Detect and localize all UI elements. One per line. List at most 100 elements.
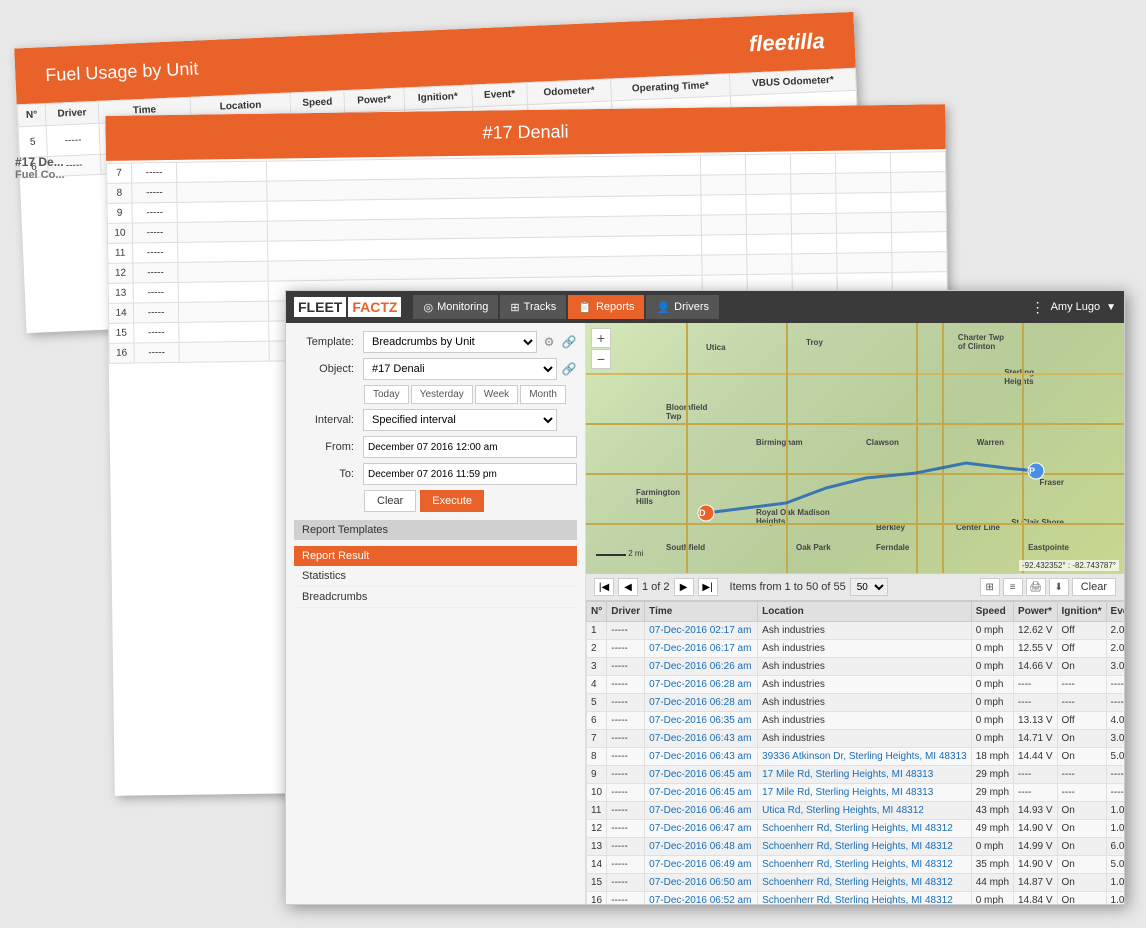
table-row: 8 ----- 07-Dec-2016 06:43 am 39336 Atkin… — [587, 748, 1125, 766]
prev-page-btn[interactable]: ◀ — [618, 578, 638, 596]
template-select[interactable]: Breadcrumbs by Unit — [363, 331, 537, 353]
execute-button[interactable]: Execute — [420, 490, 484, 512]
items-info: Items from 1 to 50 of 55 — [730, 581, 846, 593]
th-driver: Driver — [607, 602, 645, 622]
nav-tracks[interactable]: ⊞ Tracks — [500, 295, 566, 319]
breadcrumbs-item[interactable]: Breadcrumbs — [294, 587, 577, 608]
th-location: Location — [758, 602, 972, 622]
topbar-user-arrow[interactable]: ▼ — [1106, 302, 1116, 313]
nav-reports[interactable]: 📋 Reports — [568, 295, 644, 319]
logo-factz: FACTZ — [348, 297, 401, 317]
drivers-label: Drivers — [674, 301, 709, 313]
topbar-menu-dots[interactable]: ⋮ — [1031, 299, 1045, 316]
table-row: 14 ----- 07-Dec-2016 06:49 am Schoenherr… — [587, 856, 1125, 874]
monitoring-label: Monitoring — [437, 301, 488, 313]
interval-select[interactable]: Specified interval — [363, 409, 557, 431]
th-event: Event* — [1106, 602, 1124, 622]
svg-text:P: P — [1029, 466, 1035, 476]
object-row: Object: #17 Denali 🔗 — [294, 358, 577, 380]
table-row: 15 ----- 07-Dec-2016 06:50 am Schoenherr… — [587, 874, 1125, 892]
report-templates-section[interactable]: Report Templates — [294, 520, 577, 540]
th-time: Time — [645, 602, 758, 622]
table-row: 7 ----- 07-Dec-2016 06:43 am Ash industr… — [587, 730, 1125, 748]
th-ignition: Ignition* — [1057, 602, 1106, 622]
col-driver: Driver — [45, 101, 99, 125]
data-table-wrap: N° Driver Time Location Speed Power* Ign… — [586, 601, 1124, 904]
nav-drivers[interactable]: 👤 Drivers — [646, 295, 719, 319]
topbar-right: ⋮ Amy Lugo ▼ — [1031, 299, 1116, 316]
th-n: N° — [587, 602, 607, 622]
col-ignition: Ignition* — [403, 85, 472, 110]
interval-label: Interval: — [294, 414, 359, 426]
week-btn[interactable]: Week — [475, 385, 518, 404]
tracks-icon: ⊞ — [510, 301, 519, 314]
table-row: 9 ----- 07-Dec-2016 06:45 am 17 Mile Rd,… — [587, 766, 1125, 784]
template-settings-icon[interactable]: ⚙ — [541, 335, 557, 349]
today-btn[interactable]: Today — [364, 385, 409, 404]
th-speed: Speed — [971, 602, 1013, 622]
app-content: Template: Breadcrumbs by Unit ⚙ 🔗 Object… — [286, 323, 1124, 904]
table-row: 2 ----- 07-Dec-2016 06:17 am Ash industr… — [587, 640, 1125, 658]
pagination-clear-btn[interactable]: Clear — [1072, 578, 1116, 596]
status-bar: ⊞ ⊟ © Fleetilla, LLC. Terms & Conditions… — [286, 904, 1124, 905]
table-row: 1 ----- 07-Dec-2016 02:17 am Ash industr… — [587, 622, 1125, 640]
view-icon-btn1[interactable]: ⊞ — [980, 578, 1000, 596]
yesterday-btn[interactable]: Yesterday — [411, 385, 473, 404]
monitoring-icon: ◎ — [423, 301, 433, 314]
report-result-section[interactable]: Report Result — [294, 546, 577, 566]
action-buttons: Clear Execute — [364, 490, 577, 512]
from-input[interactable] — [363, 436, 577, 458]
first-page-btn[interactable]: |◀ — [594, 578, 614, 596]
col-n: N° — [17, 104, 46, 127]
table-header-row: N° Driver Time Location Speed Power* Ign… — [587, 602, 1125, 622]
map-coords: -92.432352° : -82.743787° — [1019, 560, 1119, 571]
last-page-btn[interactable]: ▶| — [698, 578, 718, 596]
map-area: Utica Troy Charter Twpof Clinton Sterlin… — [586, 323, 1124, 573]
pagination-icons: ⊞ ≡ 🖨 ⬇ Clear — [980, 578, 1116, 596]
object-link-icon[interactable]: 🔗 — [561, 362, 577, 376]
statistics-item[interactable]: Statistics — [294, 566, 577, 587]
col-speed: Speed — [290, 91, 345, 115]
from-row: From: — [294, 436, 577, 458]
table-row: 16 ----- 07-Dec-2016 06:52 am Schoenherr… — [587, 892, 1125, 905]
table-row: 12 ----- 07-Dec-2016 06:47 am Schoenherr… — [587, 820, 1125, 838]
month-btn[interactable]: Month — [520, 385, 566, 404]
route-svg: D P — [586, 323, 1124, 573]
to-input[interactable] — [363, 463, 577, 485]
th-power: Power* — [1014, 602, 1057, 622]
template-label: Template: — [294, 336, 359, 348]
app-logo: FLEETFACTZ — [294, 297, 401, 317]
zoom-out-btn[interactable]: − — [591, 349, 611, 369]
table-row: 6 ----- 07-Dec-2016 06:35 am Ash industr… — [587, 712, 1125, 730]
pagination-bar: |◀ ◀ 1 of 2 ▶ ▶| Items from 1 to 50 of 5… — [586, 573, 1124, 601]
right-panel: Utica Troy Charter Twpof Clinton Sterlin… — [586, 323, 1124, 904]
map-scale: 2 mi — [596, 549, 643, 558]
clear-button[interactable]: Clear — [364, 490, 416, 512]
table-row: 10 ----- 07-Dec-2016 06:45 am 17 Mile Rd… — [587, 784, 1125, 802]
tracks-label: Tracks — [524, 301, 557, 313]
to-row: To: — [294, 463, 577, 485]
drivers-icon: 👤 — [656, 301, 670, 314]
interval-row: Interval: Specified interval — [294, 409, 577, 431]
app-window: FLEETFACTZ ◎ Monitoring ⊞ Tracks 📋 Repor… — [285, 290, 1125, 905]
topbar-username: Amy Lugo — [1051, 301, 1101, 313]
svg-text:D: D — [699, 508, 706, 518]
nav-monitoring[interactable]: ◎ Monitoring — [413, 295, 498, 319]
col-power: Power* — [344, 88, 404, 113]
left-text-line1: #17 De... — [15, 155, 65, 169]
date-buttons: Today Yesterday Week Month — [364, 385, 577, 404]
table-row: 4 ----- 07-Dec-2016 06:28 am Ash industr… — [587, 676, 1125, 694]
template-link-icon[interactable]: 🔗 — [561, 335, 577, 349]
object-select[interactable]: #17 Denali — [363, 358, 557, 380]
breadcrumbs-table: N° Driver Time Location Speed Power* Ign… — [586, 601, 1124, 904]
print-icon-btn[interactable]: 🖨 — [1026, 578, 1046, 596]
view-icon-btn2[interactable]: ≡ — [1003, 578, 1023, 596]
page-current: 1 of 2 — [642, 581, 670, 593]
col-event: Event* — [471, 83, 528, 107]
zoom-in-btn[interactable]: + — [591, 328, 611, 348]
download-icon-btn[interactable]: ⬇ — [1049, 578, 1069, 596]
reports-icon: 📋 — [578, 301, 592, 314]
next-page-btn[interactable]: ▶ — [674, 578, 694, 596]
fuel-report-title: Fuel Usage by Unit — [45, 58, 199, 86]
page-size-select[interactable]: 50 — [850, 578, 888, 596]
